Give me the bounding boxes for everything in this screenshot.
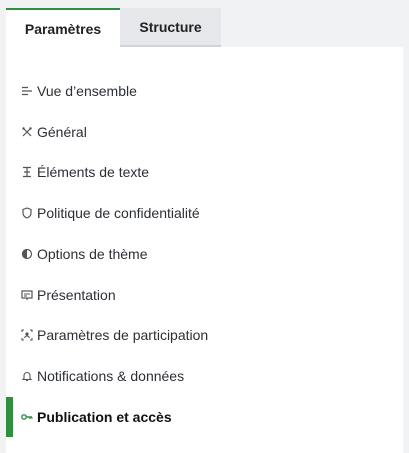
menu-item-label: Général bbox=[37, 124, 87, 140]
presentation-icon bbox=[20, 289, 33, 302]
settings-menu-panel: Vue d’ensemble Général Éléments de texte… bbox=[6, 47, 403, 453]
settings-tabs: Paramètres Structure bbox=[6, 8, 221, 47]
menu-item-politique-confidentialite[interactable]: Politique de confidentialité bbox=[20, 202, 200, 224]
menu-item-vue-ensemble[interactable]: Vue d’ensemble bbox=[20, 80, 137, 102]
contrast-icon bbox=[20, 248, 33, 261]
menu-item-label: Politique de confidentialité bbox=[37, 205, 200, 221]
menu-item-label: Publication et accès bbox=[37, 409, 172, 425]
menu-item-label: Options de thème bbox=[37, 246, 148, 262]
menu-item-parametres-participation[interactable]: Paramètres de participation bbox=[20, 324, 208, 346]
text-cursor-icon bbox=[20, 166, 33, 179]
active-item-indicator bbox=[6, 397, 13, 437]
menu-item-label: Notifications & données bbox=[37, 368, 185, 384]
menu-item-label: Éléments de texte bbox=[37, 164, 150, 180]
menu-item-publication-acces[interactable]: Publication et accès bbox=[20, 406, 172, 428]
tab-parametres[interactable]: Paramètres bbox=[6, 8, 120, 47]
menu-item-general[interactable]: Général bbox=[20, 121, 87, 143]
bell-icon bbox=[20, 370, 33, 383]
tab-structure[interactable]: Structure bbox=[120, 8, 221, 47]
menu-item-notifications-donnees[interactable]: Notifications & données bbox=[20, 365, 184, 387]
menu-item-label: Présentation bbox=[37, 287, 116, 303]
key-icon bbox=[20, 411, 33, 424]
menu-item-label: Vue d’ensemble bbox=[37, 83, 137, 99]
participants-icon bbox=[20, 329, 33, 342]
menu-item-elements-texte[interactable]: Éléments de texte bbox=[20, 161, 149, 183]
shield-icon bbox=[20, 207, 33, 220]
list-icon bbox=[20, 85, 33, 98]
menu-item-presentation[interactable]: Présentation bbox=[20, 284, 116, 306]
tools-icon bbox=[20, 126, 33, 139]
menu-item-options-theme[interactable]: Options de thème bbox=[20, 243, 148, 265]
menu-item-label: Paramètres de participation bbox=[37, 327, 209, 343]
